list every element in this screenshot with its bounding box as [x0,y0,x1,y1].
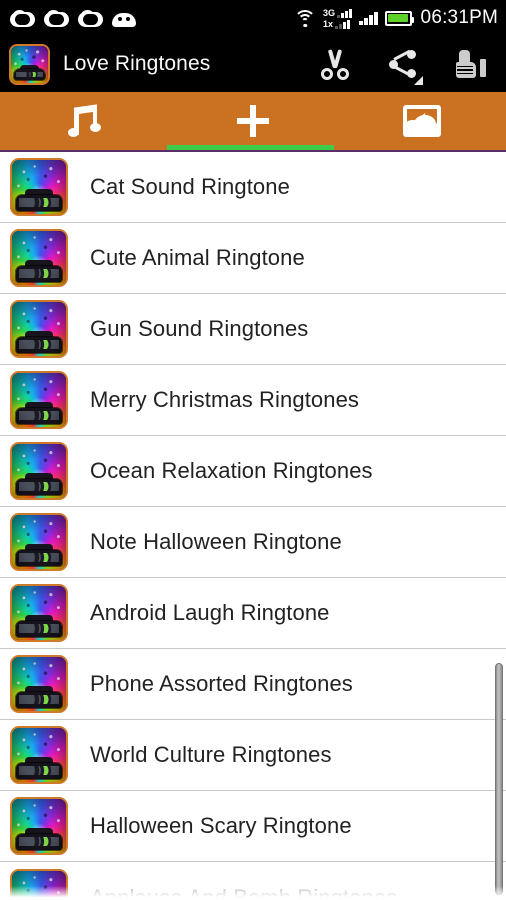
list-item-label: Phone Assorted Ringtones [90,671,353,696]
list-item-label: Note Halloween Ringtone [90,529,342,554]
cloud-download-icon [44,9,69,27]
list-item-label: Halloween Scary Ringtone [90,813,352,838]
list-item[interactable]: Halloween Scary Ringtone [0,791,506,862]
ringtone-thumbnail-icon [10,371,68,429]
list-item[interactable]: Cute Animal Ringtone [0,223,506,294]
scissors-icon [320,48,350,80]
vertical-scrollbar[interactable] [495,663,503,895]
ringtone-thumbnail-icon [10,726,68,784]
tab-wallpapers[interactable] [337,92,506,150]
network-label-1x: 1x [323,18,334,29]
status-bar-right-icons: 3G 1x 06:31PM [294,7,498,29]
ringtone-thumbnail-icon [10,797,68,855]
ringtone-thumbnail-icon [10,868,68,900]
list-item-label: Ocean Relaxation Ringtones [90,458,373,483]
network-label-3g: 3G [323,7,336,18]
list-item[interactable]: World Culture Ringtones [0,720,506,791]
tab-bar [0,92,506,150]
cut-button[interactable] [318,45,352,83]
list-item[interactable]: Phone Assorted Ringtones [0,649,506,720]
list-item[interactable]: Ocean Relaxation Ringtones [0,436,506,507]
list-item-label: Cute Animal Ringtone [90,245,305,270]
active-tab-indicator [166,145,334,150]
rate-button[interactable] [454,45,488,83]
list-item-label: Android Laugh Ringtone [90,600,330,625]
tab-add[interactable] [169,92,338,150]
plus-icon [233,101,273,141]
ringtone-thumbnail-icon [10,229,68,287]
cellular-signal-icon [359,11,378,25]
ringtone-thumbnail-icon [10,513,68,571]
list-item[interactable]: Merry Christmas Ringtones [0,365,506,436]
cloud-download-icon [10,9,35,27]
wifi-icon [294,9,317,27]
list-item-label: Cat Sound Ringtone [90,174,290,199]
action-bar-buttons [318,45,492,85]
ringtone-thumbnail-icon [10,442,68,500]
dropdown-caret-icon [414,76,423,85]
thumbs-up-icon [456,50,486,78]
list-item-label: Merry Christmas Ringtones [90,387,360,412]
tab-ringtones[interactable] [0,92,169,150]
list-item[interactable]: Cat Sound Ringtone [0,152,506,223]
action-bar: Love Ringtones [0,36,506,92]
list-item-label: Gun Sound Ringtones [90,316,309,341]
ringtone-thumbnail-icon [10,158,68,216]
android-head-icon [112,10,136,27]
share-button[interactable] [386,45,423,85]
ringtone-thumbnail-icon [10,584,68,642]
list-item[interactable]: Applause And Bomb Ringtones [0,862,506,900]
status-bar-left-icons [10,9,136,27]
battery-icon [384,10,414,26]
app-logo-icon [9,43,50,85]
list-item[interactable]: Gun Sound Ringtones [0,294,506,365]
list-item[interactable]: Android Laugh Ringtone [0,578,506,649]
status-bar-clock: 06:31PM [420,7,498,28]
share-icon [388,49,423,85]
status-bar: 3G 1x 06:31PM [0,0,506,36]
list-item[interactable]: Note Halloween Ringtone [0,507,506,578]
mobile-data-3g-1x-icon: 3G 1x [323,7,353,29]
cloud-download-icon [78,9,103,27]
list-item-label: World Culture Ringtones [90,742,332,767]
ringtone-list[interactable]: Cat Sound Ringtone Cute Animal Ringtone Gu… [0,152,506,900]
page-title: Love Ringtones [63,52,211,75]
ringtone-thumbnail-icon [10,300,68,358]
list-item-label: Applause And Bomb Ringtones [90,884,398,900]
app-root: 3G 1x 06:31PM Love Ringtones Cat Sound R… [0,0,506,900]
music-note-icon [67,103,102,139]
ringtone-thumbnail-icon [10,655,68,713]
picture-icon [402,105,441,137]
